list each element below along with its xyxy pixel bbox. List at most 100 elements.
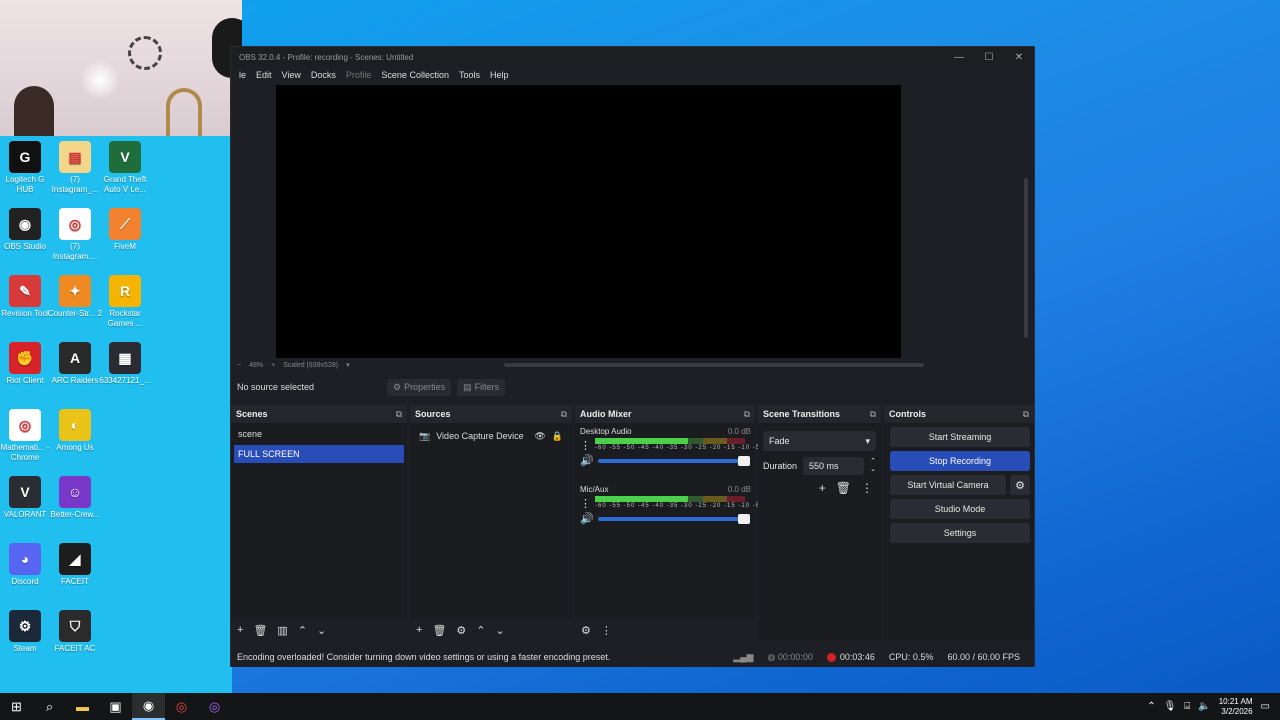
desktop-icon[interactable]: ◎ (7) Instagram.... [47, 208, 103, 262]
microphone-icon[interactable]: 🎙 [1164, 701, 1177, 712]
more-icon[interactable]: ⋮ [580, 497, 591, 510]
desktop-icon[interactable]: ✊ Riot Client [0, 342, 53, 386]
desktop-icon[interactable]: V Grand Theft Auto V Le... [97, 141, 153, 195]
desktop-icon[interactable]: ⟋ FiveM [97, 208, 153, 252]
add-icon[interactable]: + [416, 624, 422, 636]
undock-icon[interactable]: ⧉ [396, 409, 402, 420]
chevron-up-icon[interactable]: ⌃ [1147, 701, 1155, 712]
volume-icon[interactable]: 🔈 [1198, 701, 1210, 712]
taskbar-clock[interactable]: 10:21 AM 3/2/2026 [1219, 697, 1253, 717]
trash-icon[interactable]: 🗑 [836, 481, 851, 495]
arrow-down-icon[interactable]: ⌄ [317, 624, 326, 637]
arrow-up-icon[interactable]: ⌃ [476, 624, 485, 637]
volume-knob[interactable] [737, 513, 750, 524]
trash-icon[interactable]: 🗑 [253, 624, 267, 637]
minimize-button[interactable]: — [944, 52, 974, 63]
store-icon[interactable]: ▣ [99, 693, 132, 720]
network-icon[interactable]: ⌸ [1184, 701, 1190, 712]
stream-time: ◍ 00:00:00 [767, 652, 812, 663]
scene-item[interactable]: scene [234, 425, 404, 443]
stop-recording-button[interactable]: Stop Recording [890, 451, 1030, 471]
scale-mode[interactable]: Scaled (939x528) [283, 362, 338, 369]
volume-slider[interactable] [597, 455, 750, 466]
trash-icon[interactable]: 🗑 [432, 624, 446, 637]
speaker-icon[interactable]: 🔊 [580, 454, 594, 467]
advanced-audio-icon[interactable]: ⚙ [581, 624, 591, 637]
desktop-icon[interactable]: ◉ OBS Studio [0, 208, 53, 252]
app-icon: ✎ [9, 275, 41, 307]
duration-input[interactable]: 550 ms [803, 457, 865, 475]
lock-icon[interactable]: 🔒 [552, 431, 569, 442]
zoom-in-icon[interactable]: + [271, 362, 275, 369]
menu-scene-collection[interactable]: Scene Collection [381, 70, 449, 80]
menu-docks[interactable]: Docks [311, 70, 336, 80]
desktop-icon[interactable]: R Rockstar Games ... [97, 275, 153, 329]
filters-button[interactable]: ▤ Filters [457, 378, 506, 396]
menu-file[interactable]: le [239, 70, 246, 80]
add-icon[interactable]: + [237, 624, 243, 636]
desktop-icon[interactable]: ▤ (7) Instagram_... [47, 141, 103, 195]
settings-button[interactable]: Settings [890, 523, 1030, 543]
zoom-out-icon[interactable]: − [237, 362, 241, 369]
undock-icon[interactable]: ⧉ [561, 409, 567, 420]
volume-knob[interactable] [737, 455, 750, 466]
chrome-icon[interactable]: ◎ [165, 693, 198, 720]
desktop-icon[interactable]: ▦ 633427121_... [97, 342, 153, 386]
more-icon[interactable]: ⋮ [861, 481, 873, 495]
spinner-icon[interactable]: ⌃ ⌄ [870, 458, 876, 474]
transition-type: Fade [769, 436, 790, 446]
filter-icon[interactable]: ▥ [277, 624, 287, 637]
add-icon[interactable]: + [819, 481, 826, 495]
studio-mode-button[interactable]: Studio Mode [890, 499, 1030, 519]
preview-canvas[interactable] [276, 85, 901, 358]
desktop-icon[interactable]: ◕ Discord [0, 543, 53, 587]
desktop-icon[interactable]: ⚙ Steam [0, 610, 53, 654]
undock-icon[interactable]: ⧉ [1023, 409, 1029, 420]
properties-button[interactable]: ⚙ Properties [387, 378, 452, 396]
desktop-icon[interactable]: A ARC Raiders [47, 342, 103, 386]
more-icon[interactable]: ⋮ [580, 439, 591, 452]
undock-icon[interactable]: ⧉ [870, 409, 876, 420]
start-virtual-camera-button[interactable]: Start Virtual Camera [890, 475, 1006, 495]
chevron-down-icon[interactable]: ▾ [346, 361, 350, 369]
source-item[interactable]: 📷 Video Capture Device 👁 🔒 [413, 427, 569, 445]
menu-edit[interactable]: Edit [256, 70, 272, 80]
transition-select[interactable]: Fade ▾ [763, 431, 876, 451]
menu-profile[interactable]: Profile [346, 70, 372, 80]
desktop-icon[interactable]: G Logitech G HUB [0, 141, 53, 195]
search-icon[interactable]: ⌕ [33, 693, 66, 720]
desktop-icon[interactable]: ✦ Counter-Str... 2 [47, 275, 103, 319]
desktop-icon[interactable]: ◎ Mathemati... - Chrome [0, 409, 53, 463]
file-explorer-icon[interactable]: ▬ [66, 693, 99, 720]
menu-view[interactable]: View [282, 70, 301, 80]
scene-item-selected[interactable]: FULL SCREEN [234, 445, 404, 463]
volume-slider[interactable] [597, 513, 750, 524]
arrow-up-icon[interactable]: ⌃ [298, 624, 307, 637]
gear-icon[interactable]: ⚙ [456, 624, 466, 637]
vertical-scrollbar[interactable] [1024, 178, 1028, 338]
desktop-icon[interactable]: ◢ FACEIT [47, 543, 103, 587]
desktop-icon[interactable]: ✎ Revision Tool [0, 275, 53, 319]
maximize-button[interactable]: ☐ [974, 52, 1004, 63]
desktop-icon[interactable]: V VALORANT [0, 476, 53, 520]
start-streaming-button[interactable]: Start Streaming [890, 427, 1030, 447]
obs-taskbar-icon[interactable]: ◉ [132, 693, 165, 720]
eye-icon[interactable]: 👁 [534, 431, 545, 442]
desktop-icon[interactable]: ◐ Among Us [47, 409, 103, 453]
arrow-down-icon[interactable]: ⌄ [496, 624, 505, 637]
fps: 60.00 / 60.00 FPS [947, 652, 1020, 662]
close-button[interactable]: ✕ [1004, 52, 1034, 63]
notification-icon[interactable]: ▭ [1261, 701, 1270, 712]
menu-tools[interactable]: Tools [459, 70, 480, 80]
gear-icon[interactable]: ⚙ [1010, 475, 1030, 495]
speaker-icon[interactable]: 🔊 [580, 512, 594, 525]
start-windows-icon[interactable]: ⊞ [0, 693, 33, 720]
horizontal-scrollbar[interactable] [504, 363, 924, 367]
menu-help[interactable]: Help [490, 70, 509, 80]
desktop-icon[interactable]: ☺ Better-Crew... [47, 476, 103, 520]
chrome-profile-icon[interactable]: ◎ [198, 693, 231, 720]
level-meter: -60 -55 -50 -45 -40 -35 -30 -25 -20 -15 … [595, 496, 766, 510]
more-icon[interactable]: ⋮ [601, 624, 612, 637]
desktop-icon[interactable]: ⛉ FACEIT AC [47, 610, 103, 654]
undock-icon[interactable]: ⧉ [744, 409, 750, 420]
